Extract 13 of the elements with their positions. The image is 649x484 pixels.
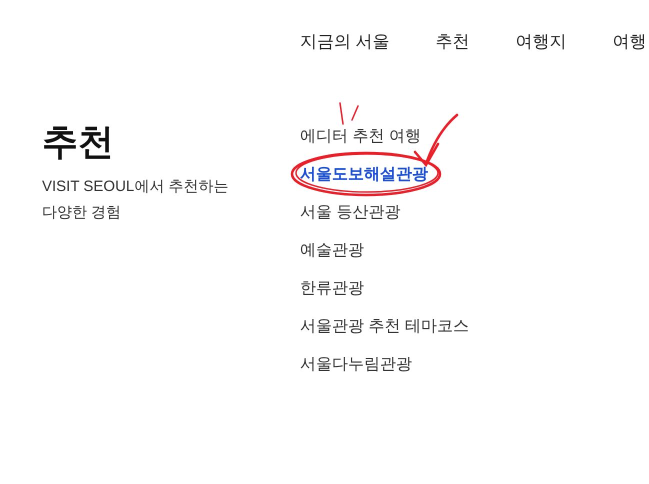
nav-link[interactable]: 여행지 [516,29,567,54]
menu-link[interactable]: 예술관광 [300,242,364,259]
menu-link[interactable]: 서울다누림관광 [300,356,412,373]
menu-link[interactable]: 서울 등산관광 [300,204,400,221]
pen-stroke-drawing [338,102,360,126]
menu-link[interactable]: 에디터 추천 여행 [300,128,421,145]
section-description: VISIT SEOUL에서 추천하는 다양한 경험 [42,177,230,223]
nav-link[interactable]: 여행 [612,29,647,54]
section-title: 추천 [42,120,115,164]
menu-link[interactable]: 한류관광 [300,280,364,297]
nav-link[interactable]: 추천 [436,29,470,54]
nav-link[interactable]: 지금의 서울 [300,29,390,54]
menu-link[interactable]: 서울관광 추천 테마코스 [300,318,469,335]
